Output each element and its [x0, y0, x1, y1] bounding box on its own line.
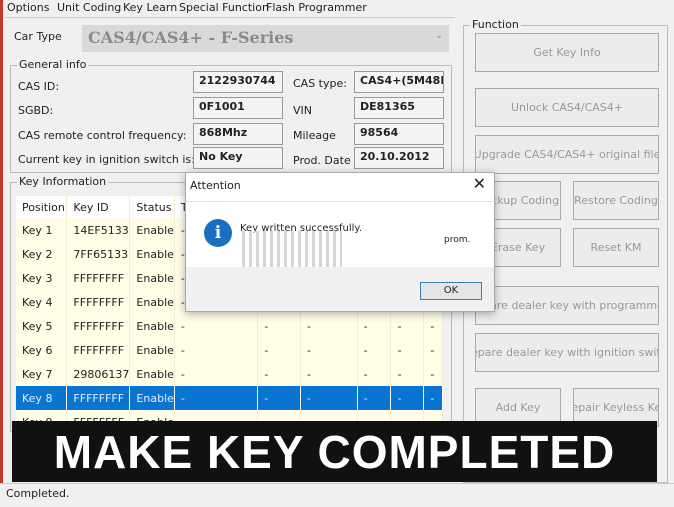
key-information-title: Key Information: [17, 175, 109, 188]
table-cell: -: [257, 386, 301, 410]
table-cell: -: [390, 386, 425, 410]
table-cell: FFFFFFFF: [66, 338, 131, 362]
table-cell: FFFFFFFF: [66, 314, 131, 338]
table-cell: Key 3: [16, 266, 68, 290]
table-cell: Key 2: [16, 242, 68, 266]
table-cell: -: [357, 338, 392, 362]
prod-date-field: 20.10.2012: [354, 147, 444, 169]
prepare-key-ignition-button[interactable]: Prepare dealer key with ignition switch: [475, 333, 659, 372]
info-icon: i: [204, 219, 232, 247]
function-title: Function: [470, 18, 521, 31]
table-cell: -: [257, 362, 301, 386]
table-cell: Key 1: [16, 218, 68, 242]
table-cell: -: [357, 314, 392, 338]
current-key-label: Current key in ignition switch is:: [18, 153, 195, 166]
vin-label: VIN: [293, 104, 312, 117]
cas-id-field: 2122930744: [193, 71, 283, 93]
table-row[interactable]: Key 5 FFFFFFFF Enable - - - - - -: [16, 314, 443, 338]
table-row[interactable]: Key 7 29806137 Enable - - - - - -: [16, 362, 443, 386]
table-cell: FFFFFFFF: [66, 290, 131, 314]
unlock-button[interactable]: Unlock CAS4/CAS4+: [475, 88, 659, 127]
table-cell: -: [357, 386, 392, 410]
table-cell: Key 7: [16, 362, 68, 386]
column-header[interactable]: Status: [129, 196, 175, 218]
prod-date-label: Prod. Date: [293, 154, 351, 167]
car-type-value: CAS4/CAS4+ - F-Series: [88, 28, 294, 47]
table-cell: -: [357, 362, 392, 386]
table-cell: Enable: [129, 290, 175, 314]
get-key-info-button[interactable]: Get Key Info: [475, 33, 659, 72]
table-cell: Enable: [129, 218, 175, 242]
table-cell: -: [174, 314, 259, 338]
chevron-down-icon: ⌄: [435, 31, 443, 41]
sgbd-label: SGBD:: [18, 104, 54, 117]
restore-coding-button[interactable]: Restore Coding: [573, 181, 659, 220]
table-cell: -: [423, 314, 443, 338]
table-cell: Enable: [129, 266, 175, 290]
table-cell: 7FF65133: [66, 242, 131, 266]
dialog-title: Attention: [190, 179, 241, 192]
table-cell: 14EF5133: [66, 218, 131, 242]
table-cell: -: [300, 314, 358, 338]
table-cell: Enable: [129, 338, 175, 362]
table-cell: Enable: [129, 242, 175, 266]
cas-id-label: CAS ID:: [18, 80, 60, 93]
table-cell: -: [174, 386, 259, 410]
cas-type-field: CAS4+(5M48H/1: [354, 71, 444, 93]
reset-km-button[interactable]: Reset KM: [573, 228, 659, 267]
close-icon[interactable]: ✕: [473, 174, 486, 193]
table-cell: -: [257, 314, 301, 338]
general-info-title: General info: [17, 58, 89, 71]
menu-unit-coding[interactable]: Unit Coding: [57, 1, 121, 14]
car-type-label: Car Type: [14, 30, 62, 43]
table-cell: Key 5: [16, 314, 68, 338]
menu-special-function[interactable]: Special Function: [179, 1, 269, 14]
window-edge: [0, 0, 3, 507]
table-cell: -: [390, 362, 425, 386]
table-cell: Key 4: [16, 290, 68, 314]
upgrade-button[interactable]: Upgrade CAS4/CAS4+ original file: [475, 135, 659, 174]
table-cell: -: [174, 362, 259, 386]
frequency-field: 868Mhz: [193, 123, 283, 145]
table-cell: -: [300, 386, 358, 410]
table-cell: -: [390, 314, 425, 338]
ok-button[interactable]: OK: [420, 282, 482, 300]
column-header[interactable]: Position: [16, 196, 68, 218]
table-cell: -: [300, 338, 358, 362]
attention-dialog: Attention ✕ i Key written successfully. …: [185, 172, 495, 312]
table-cell: Enable: [129, 314, 175, 338]
sgbd-field: 0F1001: [193, 97, 283, 119]
current-key-field: No Key: [193, 147, 283, 169]
table-cell: Enable: [129, 386, 175, 410]
prepare-key-programmer-button[interactable]: Prepare dealer key with programmer: [475, 286, 659, 325]
table-cell: 29806137: [66, 362, 131, 386]
table-cell: Key 6: [16, 338, 68, 362]
cas-type-label: CAS type:: [293, 77, 347, 90]
table-row[interactable]: Key 8 FFFFFFFF Enable - - - - - -: [16, 386, 443, 410]
vin-field: DE81365: [354, 97, 444, 119]
table-cell: Key 8: [16, 386, 68, 410]
column-header[interactable]: Key ID: [66, 196, 131, 218]
menu-key-learn[interactable]: Key Learn: [123, 1, 177, 14]
table-cell: -: [390, 338, 425, 362]
table-cell: -: [423, 362, 443, 386]
frequency-label: CAS remote control frequency:: [18, 129, 187, 142]
table-cell: -: [423, 386, 443, 410]
table-cell: -: [174, 338, 259, 362]
table-cell: Enable: [129, 362, 175, 386]
menu-flash-programmer[interactable]: Flash Programmer: [266, 1, 367, 14]
table-cell: FFFFFFFF: [66, 266, 131, 290]
table-cell: -: [257, 338, 301, 362]
table-cell: -: [423, 338, 443, 362]
car-type-select[interactable]: CAS4/CAS4+ - F-Series ⌄: [82, 25, 449, 52]
table-row[interactable]: Key 6 FFFFFFFF Enable - - - - - -: [16, 338, 443, 362]
mileage-field: 98564: [354, 123, 444, 145]
menu-options[interactable]: Options: [7, 1, 49, 14]
table-cell: -: [300, 362, 358, 386]
table-cell: FFFFFFFF: [66, 386, 131, 410]
dialog-extra-text: prom.: [444, 235, 471, 245]
mileage-label: Mileage: [293, 129, 336, 142]
caption-banner: MAKE KEY COMPLETED: [12, 421, 657, 482]
status-bar: Completed.: [0, 483, 674, 507]
